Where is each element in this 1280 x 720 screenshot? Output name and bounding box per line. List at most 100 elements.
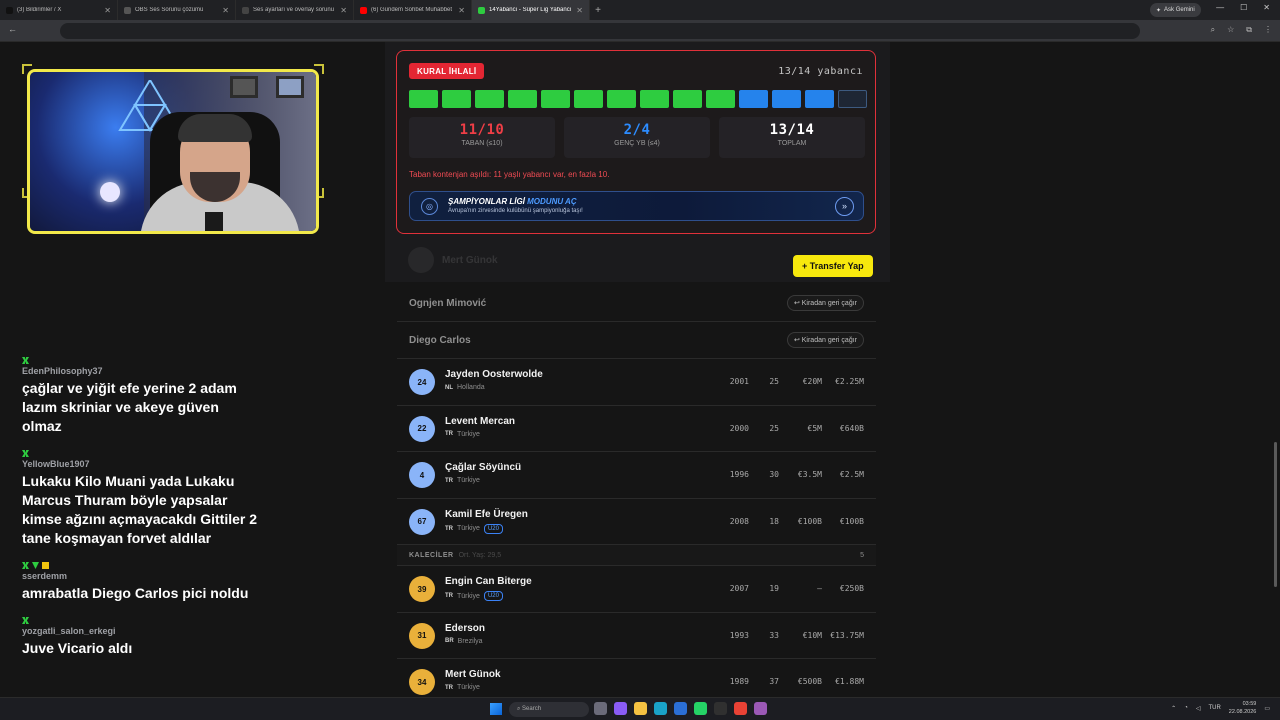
transfer-button[interactable]: + Transfer Yap	[793, 255, 873, 277]
chat-badges	[22, 562, 262, 570]
zoom-icon[interactable]: ⌕	[1211, 25, 1215, 35]
chat-username: yozgatli_salon_erkegi	[22, 626, 116, 636]
chevron-up-icon[interactable]: ⌃	[1171, 705, 1176, 712]
target-icon: ◎	[421, 198, 438, 215]
country-code: TR	[445, 431, 453, 437]
whatsapp-icon[interactable]	[694, 702, 707, 715]
chat-text: çağlar ve yiğit efe yerine 2 adam lazım …	[22, 380, 237, 434]
ask-gemini-button[interactable]: ✦ Ask Gemini	[1150, 3, 1201, 17]
system-tray: ⌃ ◔ ◁ TUR 03:59 22.08.2026 ▭	[1171, 700, 1270, 716]
back-icon[interactable]: ←	[8, 24, 17, 34]
minimize-icon[interactable]: —	[1216, 3, 1224, 12]
green-badge-icon	[22, 617, 29, 624]
stat-label: GENÇ YB (≤4)	[614, 140, 660, 147]
recall-loan-button[interactable]: ↩ Kiradan geri çağır	[786, 295, 864, 311]
filled-slot	[607, 90, 636, 108]
volume-icon[interactable]: ◁	[1196, 705, 1201, 712]
browser-tab[interactable]: Ses ayarları ve overlay sorunu ✕	[236, 0, 354, 20]
player-row[interactable]: 39 Engin Can Biterge TR Türkiye U20 2007 19 – €2…	[397, 566, 876, 613]
tab-label: Ses ayarları ve overlay sorunu	[253, 7, 335, 13]
close-tab-icon[interactable]: ✕	[458, 6, 465, 15]
birth-year: 2000	[729, 423, 749, 433]
birth-year: 1993	[729, 630, 749, 640]
store-icon[interactable]	[674, 702, 687, 715]
page-scrollbar[interactable]	[1274, 442, 1277, 587]
app-icon[interactable]	[754, 702, 767, 715]
player-stats: 2007 19 – €250B	[719, 584, 864, 593]
age: 25	[769, 423, 779, 433]
banner-subtitle: Avrupa'nın zirvesinde kulübünü şampiyonl…	[448, 208, 583, 214]
age: 25	[769, 377, 779, 386]
player-country: TR Türkiye	[445, 684, 480, 691]
chrome-icon[interactable]	[734, 702, 747, 715]
crown-badge-icon	[42, 562, 49, 569]
new-tab-button[interactable]: +	[590, 5, 606, 16]
close-icon[interactable]: ✕	[1263, 3, 1270, 12]
stat-label: TOPLAM	[777, 140, 807, 147]
empty-slot	[838, 90, 867, 108]
market-value: €5M	[807, 423, 822, 433]
filled-slot	[772, 90, 801, 108]
browser-tab[interactable]: OBS Ses Sorunu çözümü ✕	[118, 0, 236, 20]
champions-league-banner[interactable]: ◎ ŞAMPİYONLAR LİGİ MODUNU AÇ Avrupa'nın …	[409, 191, 864, 221]
u20-badge: U20	[483, 523, 503, 534]
filled-slot	[574, 90, 603, 108]
squad-list: Ognjen Mimović ↩ Kiradan geri çağır Dieg…	[397, 285, 876, 697]
salary: €1.88M	[835, 677, 864, 686]
player-row[interactable]: 67 Kamil Efe Üregen TR Türkiye U20 2008 18 €100…	[397, 499, 876, 545]
green-badge-icon	[22, 357, 29, 364]
close-tab-icon[interactable]: ✕	[104, 6, 111, 15]
taskview-icon[interactable]	[594, 702, 607, 715]
player-row[interactable]: 24 Jayden Oosterwolde NL Hollanda 2001 25 €20M…	[397, 359, 876, 406]
app-icon[interactable]	[614, 702, 627, 715]
maximize-icon[interactable]: ☐	[1240, 3, 1247, 12]
file-explorer-icon[interactable]	[634, 702, 647, 715]
extensions-icon[interactable]: ⧉	[1246, 25, 1252, 35]
filled-slot	[409, 90, 438, 108]
close-tab-icon[interactable]: ✕	[340, 6, 347, 15]
taskbar-search[interactable]: ⌕ Search	[509, 702, 589, 717]
bookmark-star-icon[interactable]: ☆	[1227, 25, 1234, 35]
notification-icon[interactable]: ▭	[1264, 705, 1270, 712]
player-row[interactable]: 34 Mert Günok TR Türkiye 1989 37 €500B €1.88M	[397, 659, 876, 697]
windows-start-icon[interactable]	[490, 703, 502, 715]
tab-label: 14Yabancı - Süper Lig Yabancı	[489, 7, 572, 13]
jersey-number: 39	[409, 576, 435, 602]
url-input[interactable]	[60, 23, 1140, 39]
browser-tab[interactable]: (6) Gündem Sohbet Muhabbet ✕	[354, 0, 472, 20]
jersey-number: 4	[409, 462, 435, 488]
favicon-icon	[478, 6, 485, 14]
obs-icon[interactable]	[714, 702, 727, 715]
quota-stats: 11/10 TABAN (≤10) 2/4 GENÇ YB (≤4) 13/14…	[409, 117, 865, 158]
avatar	[408, 247, 434, 273]
banner-title-prefix: ŞAMPİYONLAR LİGİ	[448, 197, 525, 206]
stat-value: 13/14	[769, 122, 815, 138]
loaned-player-row: Diego Carlos ↩ Kiradan geri çağır	[397, 322, 876, 359]
green-badge-icon	[22, 562, 29, 569]
market-value: –	[817, 584, 822, 593]
menu-icon[interactable]: ⋮	[1264, 25, 1272, 35]
browser-tab[interactable]: (3) Bildirimler / X ✕	[0, 0, 118, 20]
tab-label: (3) Bildirimler / X	[17, 7, 62, 13]
windows-taskbar: ⌕ Search ⌃ ◔ ◁ TUR 03:59 22.08.2026 ▭	[0, 697, 1280, 720]
player-row[interactable]: 22 Levent Mercan TR Türkiye 2000 25 €5M €640B	[397, 406, 876, 452]
player-country: TR Türkiye	[445, 477, 480, 484]
browser-tab[interactable]: 14Yabancı - Süper Lig Yabancı ✕	[472, 0, 590, 20]
language-indicator[interactable]: TUR	[1208, 705, 1220, 711]
close-tab-icon[interactable]: ✕	[576, 6, 583, 15]
browser-tools: ⌕ ☆ ⧉ ⋮	[1211, 25, 1272, 35]
tab-label: OBS Ses Sorunu çözümü	[135, 7, 204, 13]
player-row[interactable]: 31 Ederson BR Brezilya 1993 33 €10M €13.75M	[397, 613, 876, 659]
jersey-number: 34	[409, 669, 435, 695]
chat-message: YellowBlue1907 Lukaku Kilo Muani yada Luk…	[22, 450, 262, 548]
edge-icon[interactable]	[654, 702, 667, 715]
wifi-icon[interactable]: ◔	[1184, 705, 1188, 711]
page-content: KURAL İHLALİ 13/14 yabancı 11/10 TABAN (…	[0, 42, 1280, 697]
double-chevron-right-icon[interactable]: »	[835, 197, 854, 216]
clock[interactable]: 03:59 22.08.2026	[1229, 700, 1257, 716]
close-tab-icon[interactable]: ✕	[222, 6, 229, 15]
player-row[interactable]: 4 Çağlar Söyüncü TR Türkiye 1996 30 €3.5M €2.5M	[397, 452, 876, 499]
stat-value: 2/4	[623, 122, 651, 138]
favicon-icon	[242, 6, 249, 14]
recall-loan-button[interactable]: ↩ Kiradan geri çağır	[786, 332, 864, 348]
